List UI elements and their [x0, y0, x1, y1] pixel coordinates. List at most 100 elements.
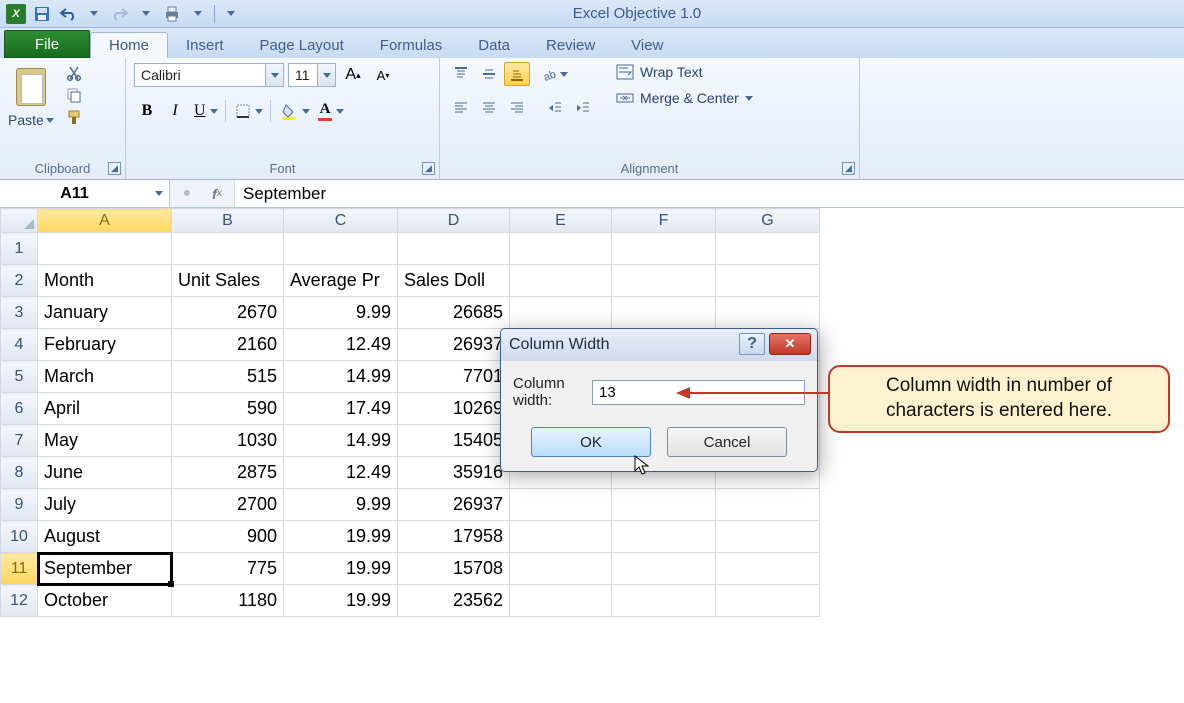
qat-customize-dropdown[interactable]	[219, 3, 243, 25]
cell-D1[interactable]	[398, 233, 510, 265]
cell-E10[interactable]	[510, 521, 612, 553]
cell-D2[interactable]: Sales Doll	[398, 265, 510, 297]
select-all-corner[interactable]	[1, 209, 38, 233]
cell-D12[interactable]: 23562	[398, 585, 510, 617]
dialog-help-button[interactable]: ?	[739, 333, 765, 355]
cell-A1[interactable]	[38, 233, 172, 265]
cell-E3[interactable]	[510, 297, 612, 329]
cell-G3[interactable]	[716, 297, 820, 329]
cell-D10[interactable]: 17958	[398, 521, 510, 553]
column-header-D[interactable]: D	[398, 209, 510, 233]
cell-D8[interactable]: 35916	[398, 457, 510, 489]
cell-C9[interactable]: 9.99	[284, 489, 398, 521]
row-header-1[interactable]: 1	[1, 233, 38, 265]
clipboard-dialog-launcher[interactable]: ◢	[108, 162, 121, 175]
cell-C10[interactable]: 19.99	[284, 521, 398, 553]
cell-B5[interactable]: 515	[172, 361, 284, 393]
tab-formulas[interactable]: Formulas	[362, 32, 461, 58]
tab-file[interactable]: File	[4, 30, 90, 58]
row-header-9[interactable]: 9	[1, 489, 38, 521]
cell-A5[interactable]: March	[38, 361, 172, 393]
cell-E2[interactable]	[510, 265, 612, 297]
cell-A11[interactable]: September	[38, 553, 172, 585]
row-header-5[interactable]: 5	[1, 361, 38, 393]
undo-button[interactable]	[56, 3, 80, 25]
cell-C5[interactable]: 14.99	[284, 361, 398, 393]
cell-D4[interactable]: 26937	[398, 329, 510, 361]
row-header-8[interactable]: 8	[1, 457, 38, 489]
cell-B1[interactable]	[172, 233, 284, 265]
row-header-10[interactable]: 10	[1, 521, 38, 553]
cell-G12[interactable]	[716, 585, 820, 617]
borders-button[interactable]	[231, 98, 265, 124]
cell-C8[interactable]: 12.49	[284, 457, 398, 489]
cell-C4[interactable]: 12.49	[284, 329, 398, 361]
alignment-dialog-launcher[interactable]: ◢	[842, 162, 855, 175]
cell-A4[interactable]: February	[38, 329, 172, 361]
redo-dropdown[interactable]	[134, 3, 158, 25]
font-color-button[interactable]: A	[314, 98, 347, 124]
column-header-G[interactable]: G	[716, 209, 820, 233]
undo-dropdown[interactable]	[82, 3, 106, 25]
column-header-F[interactable]: F	[612, 209, 716, 233]
decrease-font-button[interactable]: A▾	[370, 62, 396, 88]
align-middle-button[interactable]	[476, 62, 502, 86]
ok-button[interactable]: OK	[531, 427, 651, 457]
column-header-C[interactable]: C	[284, 209, 398, 233]
cell-A12[interactable]: October	[38, 585, 172, 617]
cell-G2[interactable]	[716, 265, 820, 297]
excel-app-icon[interactable]: X	[4, 3, 28, 25]
cell-E11[interactable]	[510, 553, 612, 585]
cell-A2[interactable]: Month	[38, 265, 172, 297]
cell-C2[interactable]: Average Pr	[284, 265, 398, 297]
format-painter-button[interactable]	[64, 108, 84, 126]
cell-B6[interactable]: 590	[172, 393, 284, 425]
cell-E9[interactable]	[510, 489, 612, 521]
row-header-2[interactable]: 2	[1, 265, 38, 297]
increase-font-button[interactable]: A▴	[340, 62, 366, 88]
row-header-7[interactable]: 7	[1, 425, 38, 457]
row-header-4[interactable]: 4	[1, 329, 38, 361]
underline-button[interactable]: U	[190, 98, 220, 124]
cell-B7[interactable]: 1030	[172, 425, 284, 457]
insert-function-button[interactable]: fx	[204, 186, 230, 202]
cell-C6[interactable]: 17.49	[284, 393, 398, 425]
align-right-button[interactable]	[504, 96, 530, 120]
cell-B9[interactable]: 2700	[172, 489, 284, 521]
italic-button[interactable]: I	[162, 98, 188, 124]
cell-A6[interactable]: April	[38, 393, 172, 425]
cut-button[interactable]	[64, 64, 84, 82]
cell-G11[interactable]	[716, 553, 820, 585]
cell-D11[interactable]: 15708	[398, 553, 510, 585]
cell-B4[interactable]: 2160	[172, 329, 284, 361]
cell-F3[interactable]	[612, 297, 716, 329]
wrap-text-button[interactable]: Wrap Text	[616, 64, 753, 80]
redo-button[interactable]	[108, 3, 132, 25]
cell-A8[interactable]: June	[38, 457, 172, 489]
cell-C7[interactable]: 14.99	[284, 425, 398, 457]
align-top-button[interactable]	[448, 62, 474, 86]
row-header-11[interactable]: 11	[1, 553, 38, 585]
cell-F12[interactable]	[612, 585, 716, 617]
cell-D5[interactable]: 7701	[398, 361, 510, 393]
quick-print-button[interactable]	[160, 3, 184, 25]
cell-A3[interactable]: January	[38, 297, 172, 329]
cell-D7[interactable]: 15405	[398, 425, 510, 457]
cell-C1[interactable]	[284, 233, 398, 265]
name-box[interactable]: A11	[0, 180, 170, 207]
align-bottom-button[interactable]	[504, 62, 530, 86]
merge-center-button[interactable]: Merge & Center	[616, 90, 753, 106]
tab-review[interactable]: Review	[528, 32, 613, 58]
paste-button[interactable]	[9, 62, 53, 112]
cell-D9[interactable]: 26937	[398, 489, 510, 521]
align-left-button[interactable]	[448, 96, 474, 120]
font-size-combo[interactable]: 11	[288, 63, 336, 87]
dialog-title-bar[interactable]: Column Width ? ✕	[501, 329, 817, 361]
tab-page-layout[interactable]: Page Layout	[242, 32, 362, 58]
row-header-3[interactable]: 3	[1, 297, 38, 329]
tab-home[interactable]: Home	[90, 32, 168, 58]
column-header-A[interactable]: A	[38, 209, 172, 233]
increase-indent-button[interactable]	[570, 96, 596, 120]
cancel-button[interactable]: Cancel	[667, 427, 787, 457]
cell-B10[interactable]: 900	[172, 521, 284, 553]
